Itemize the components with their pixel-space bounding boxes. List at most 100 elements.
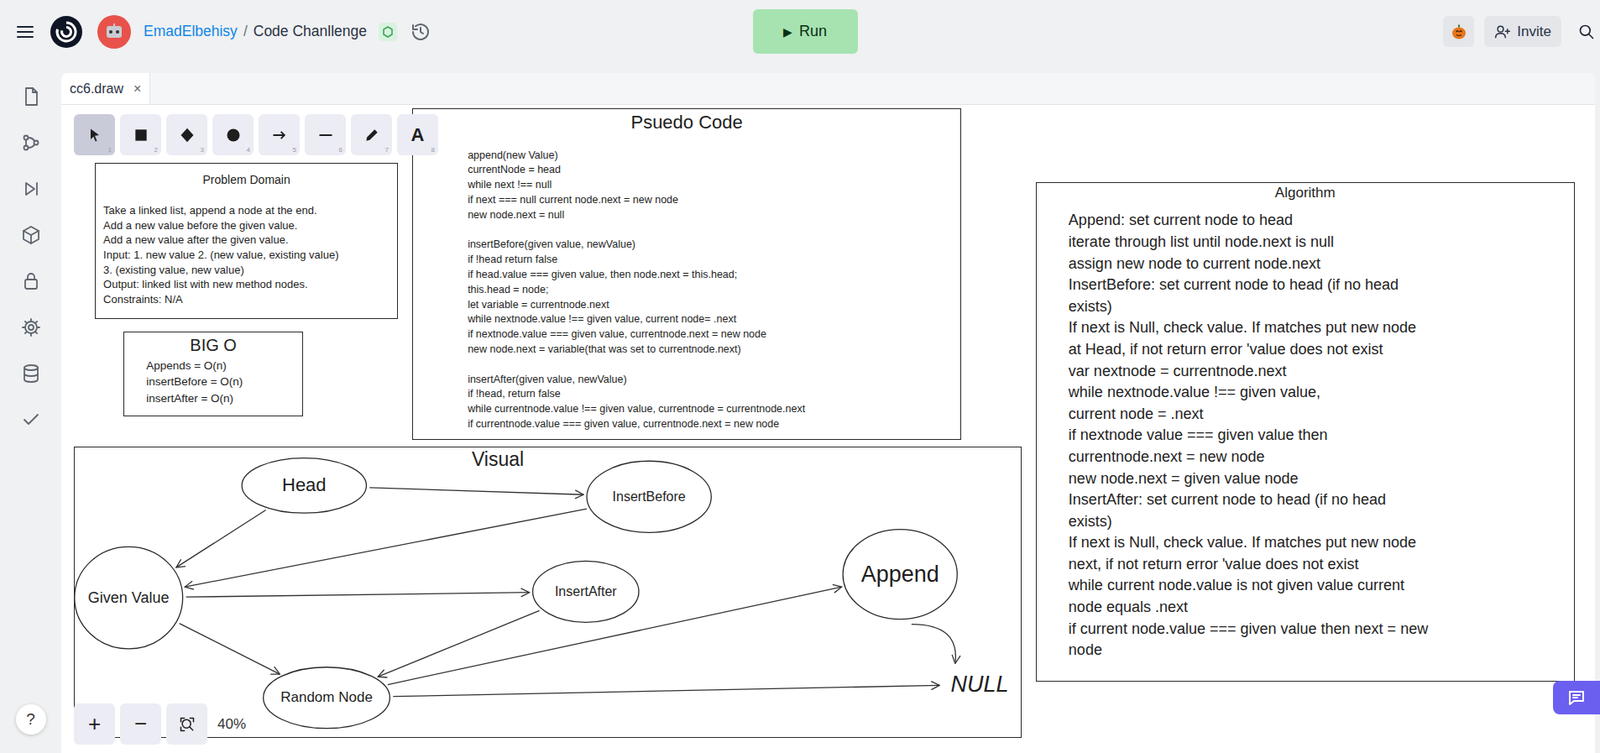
- packages-icon[interactable]: [20, 224, 42, 246]
- text-tool-glyph: A: [411, 124, 425, 147]
- node-label[interactable]: Random Node: [280, 689, 373, 706]
- code-section: insertBefore(given value, newValue)if !h…: [467, 237, 954, 357]
- chat-button[interactable]: [1552, 680, 1600, 715]
- code-line: let variable = currentnode.next: [467, 298, 954, 314]
- node-ellipse[interactable]: [533, 560, 639, 623]
- code-line: while next !== null: [467, 177, 954, 194]
- replit-logo-icon[interactable]: [50, 15, 83, 48]
- tool-button[interactable]: 4: [212, 114, 254, 156]
- reset-zoom-button[interactable]: [166, 703, 208, 745]
- top-bar-right: Invite: [857, 15, 1596, 48]
- node-ellipse[interactable]: [263, 667, 391, 729]
- text-line: exists): [1068, 296, 1568, 319]
- tool-button[interactable]: 3: [166, 114, 208, 156]
- text-line: at Head, if not return error 'value does…: [1068, 339, 1568, 361]
- check-icon[interactable]: [20, 409, 42, 430]
- menu-icon[interactable]: [15, 21, 36, 42]
- git-icon[interactable]: [20, 132, 42, 153]
- node-ellipse[interactable]: [586, 460, 712, 533]
- node-label[interactable]: Append: [861, 561, 940, 588]
- text-line: node equals .next: [1068, 596, 1568, 619]
- zoom-level: 40%: [217, 716, 246, 733]
- help-button[interactable]: ?: [15, 704, 47, 735]
- node-label[interactable]: Head: [282, 474, 327, 497]
- shortcut-key: 7: [385, 146, 389, 154]
- nodejs-icon[interactable]: [378, 22, 398, 42]
- text-line: Append: set current node to head: [1068, 209, 1568, 232]
- play-icon: ▶: [783, 25, 793, 39]
- path-separator: /: [243, 22, 248, 41]
- tab-close[interactable]: ×: [133, 81, 142, 97]
- problem-domain-box[interactable]: Problem Domain Take a linked list, append…: [94, 162, 398, 319]
- avatar-icon[interactable]: [97, 15, 131, 49]
- shortcut-key: 5: [292, 146, 297, 154]
- invite-button[interactable]: Invite: [1484, 15, 1562, 48]
- node-ellipse[interactable]: [74, 546, 184, 649]
- node-label[interactable]: InsertBefore: [612, 489, 686, 505]
- debugger-icon[interactable]: [20, 178, 42, 199]
- diagram-shapes: [61, 104, 1595, 753]
- gear-icon[interactable]: [20, 317, 42, 338]
- sidebar: ?: [0, 62, 62, 753]
- code-line: new node.next = variable(that was set to…: [467, 342, 954, 358]
- edge-arrow[interactable]: [911, 624, 957, 665]
- run-button[interactable]: ▶ Run: [752, 9, 858, 54]
- tool-button[interactable]: 5: [258, 114, 300, 156]
- lock-icon[interactable]: [20, 271, 42, 292]
- rectangle-tool-icon: [132, 126, 150, 144]
- text-line: Constraints: N/A: [103, 292, 390, 308]
- edge-arrow[interactable]: [377, 610, 539, 677]
- edge-arrow[interactable]: [186, 592, 530, 597]
- text-line: currentnode.next = new node: [1068, 446, 1568, 469]
- file-tab[interactable]: cc6.draw ×: [61, 73, 151, 105]
- edge-arrow[interactable]: [176, 510, 267, 568]
- zoom-out-button[interactable]: −: [120, 703, 162, 745]
- edge-arrow[interactable]: [369, 487, 584, 495]
- files-icon[interactable]: [20, 86, 42, 107]
- edge-arrow[interactable]: [179, 623, 281, 675]
- node-ellipse[interactable]: [842, 529, 957, 620]
- node-label[interactable]: InsertAfter: [554, 584, 617, 600]
- text-line: insertAfter = O(n): [146, 390, 296, 408]
- visual-box[interactable]: Visual: [73, 446, 1022, 738]
- text-line: iterate through list until node.next is …: [1068, 231, 1568, 254]
- chat-icon: [1566, 687, 1587, 708]
- tool-button[interactable]: 1: [73, 114, 116, 156]
- run-label: Run: [799, 22, 827, 41]
- edge-arrow[interactable]: [392, 684, 940, 696]
- shortcut-key: 2: [154, 146, 158, 154]
- zoom-in-button[interactable]: +: [73, 703, 116, 745]
- tab-label[interactable]: cc6.draw: [69, 81, 124, 97]
- code-line: if !head return false: [467, 252, 954, 268]
- pseudo-code-box[interactable]: Psuedo Codeappend(new Value)currentNode …: [412, 108, 962, 440]
- text-line: Take a linked list, append a node at the…: [103, 203, 390, 219]
- diamond-tool-icon: [178, 126, 196, 144]
- node-ellipse[interactable]: [241, 458, 367, 514]
- edge-arrow[interactable]: [184, 508, 587, 587]
- database-icon[interactable]: [20, 363, 42, 384]
- pumpkin-button[interactable]: [1443, 15, 1475, 48]
- drawing-canvas[interactable]: Problem Domain Take a linked list, append…: [61, 104, 1595, 753]
- code-line: this.head = node;: [467, 282, 954, 299]
- node-label[interactable]: NULL: [950, 671, 1009, 698]
- search-icon[interactable]: [1578, 23, 1595, 41]
- node-label[interactable]: Given Value: [88, 589, 170, 607]
- edge-arrow[interactable]: [387, 586, 842, 685]
- text-line: exists): [1068, 511, 1568, 534]
- tool-button[interactable]: 7: [350, 114, 393, 156]
- tool-button[interactable]: 2: [120, 114, 162, 156]
- tool-button[interactable]: A8: [397, 114, 439, 156]
- text-line: while current node.value is not given va…: [1068, 575, 1568, 597]
- project-name[interactable]: Code Chanllenge: [253, 22, 367, 41]
- code-line: insertAfter(given value, newValue): [467, 372, 954, 388]
- shortcut-key: 1: [108, 146, 112, 154]
- history-icon[interactable]: [410, 21, 431, 42]
- big-o-box[interactable]: BIG OAppends = O(n)insertBefore = O(n)in…: [123, 331, 304, 417]
- box-title: Problem Domain: [103, 172, 390, 188]
- line-tool-icon: [317, 126, 335, 144]
- tool-button[interactable]: 6: [304, 114, 346, 156]
- workspace: ? cc6.draw × Problem Domain Take a linked li…: [0, 62, 1600, 753]
- box-title: Psuedo Code: [419, 111, 954, 134]
- algorithm-box[interactable]: AlgorithmAppend: set current node to hea…: [1035, 182, 1575, 681]
- user-link[interactable]: EmadElbehisy: [143, 22, 238, 41]
